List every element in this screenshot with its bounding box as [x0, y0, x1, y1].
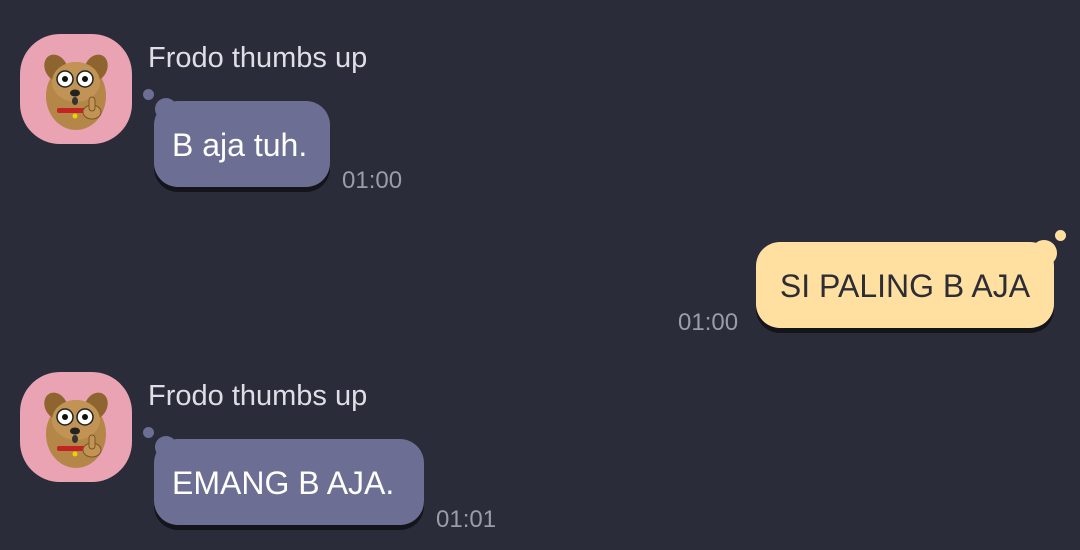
bubble-tail-dot [1055, 230, 1066, 241]
chat-message-list[interactable]: Frodo thumbs up B aja tuh. 01:00 01:00 S… [0, 0, 1080, 550]
avatar[interactable] [20, 372, 132, 482]
message-bubble[interactable]: SI PALING B AJA [756, 242, 1054, 328]
sender-name: Frodo thumbs up [148, 380, 368, 412]
avatar[interactable] [20, 34, 132, 144]
message-timestamp: 01:01 [436, 506, 497, 533]
message-timestamp: 01:00 [342, 167, 403, 194]
bubble-tail-dot [143, 89, 154, 100]
bubble-tail-dot [143, 427, 154, 438]
sender-name: Frodo thumbs up [148, 42, 368, 74]
message-timestamp: 01:00 [678, 309, 739, 336]
bubble-tail-dot [1031, 240, 1057, 266]
dog-thumbs-up-icon [44, 392, 108, 468]
dog-thumbs-up-icon [44, 54, 108, 130]
message-bubble[interactable]: B aja tuh. [154, 101, 330, 187]
message-bubble[interactable]: EMANG B AJA. [154, 439, 424, 525]
